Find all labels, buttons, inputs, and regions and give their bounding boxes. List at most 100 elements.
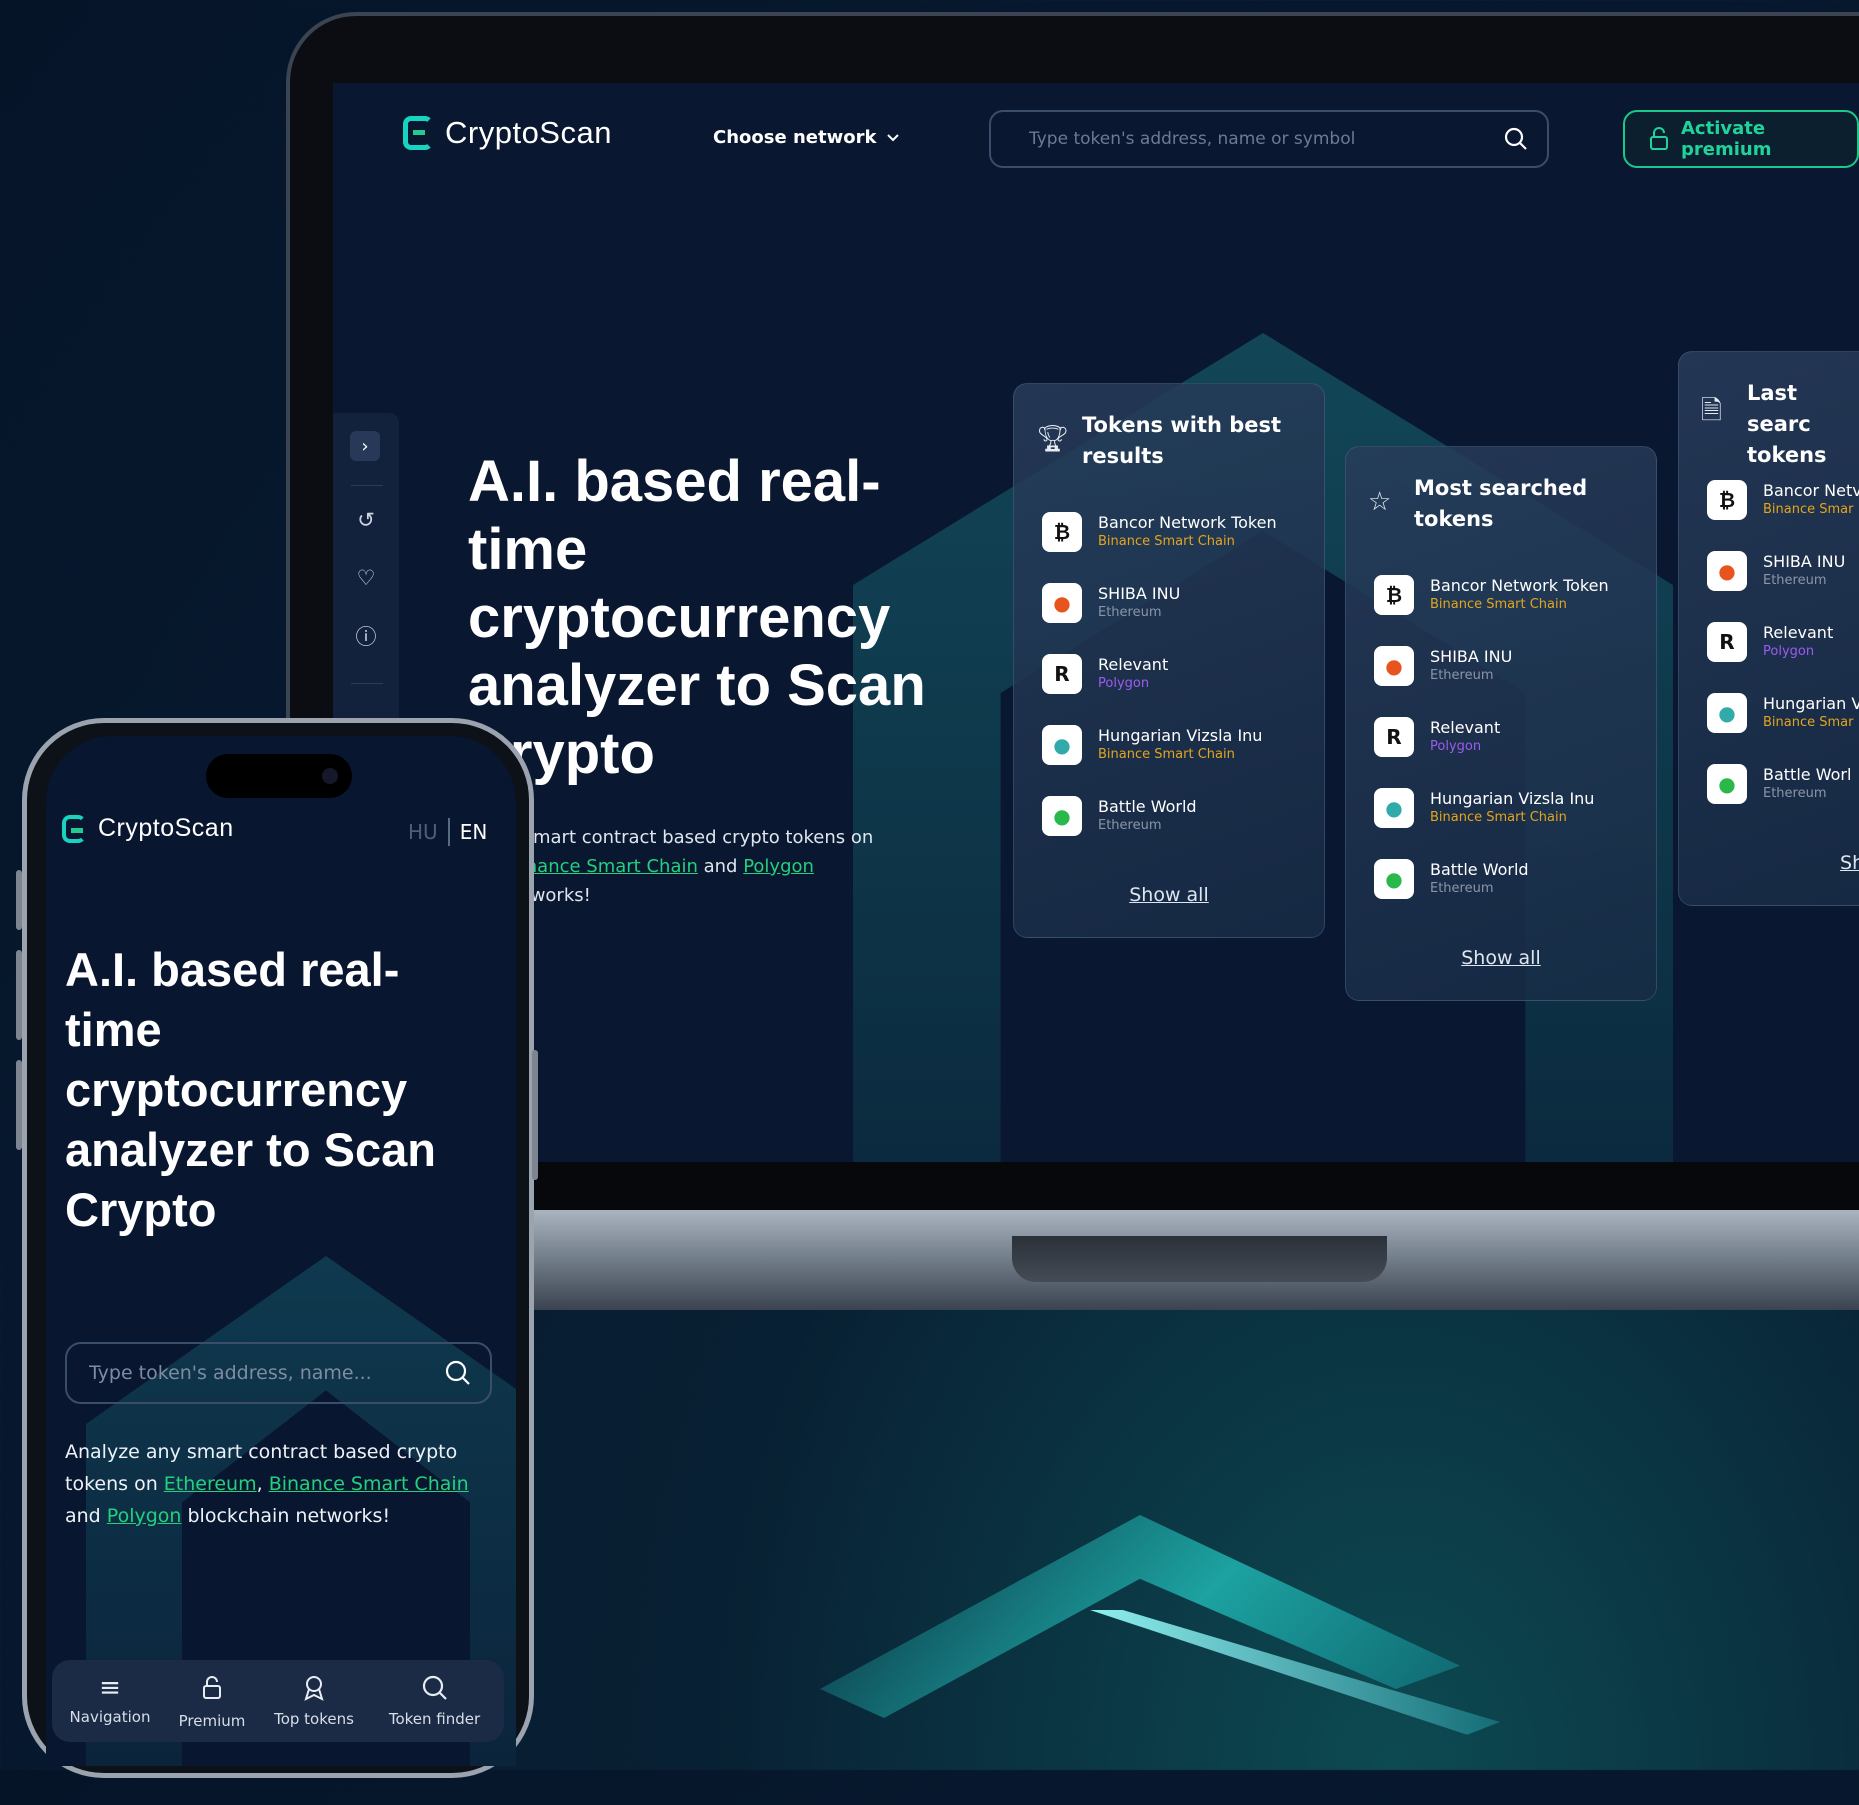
- token-item[interactable]: ● Hungarian Vizsla Inu Binance Smart Chain: [1374, 788, 1594, 828]
- help-icon[interactable]: ⓘ: [353, 623, 379, 649]
- token-name: Battle World: [1098, 797, 1197, 816]
- card-title: Tokens with best results: [1082, 413, 1282, 468]
- token-item[interactable]: ● SHIBA INU Ethereum: [1707, 551, 1845, 591]
- token-name: Battle Worl: [1763, 765, 1852, 784]
- token-item[interactable]: ₿ Bancor Network Token Binance Smart Chain: [1042, 512, 1277, 552]
- token-item[interactable]: ₿ Bancor Network Token Binance Smart Chain: [1374, 575, 1609, 615]
- chevron-down-icon: [886, 133, 900, 143]
- glowing-prism-decoration: [820, 1515, 1460, 1718]
- card-best-results: 🏆︎ Tokens with best results ₿ Bancor Netw…: [1013, 383, 1325, 938]
- token-name: SHIBA INU: [1430, 647, 1513, 666]
- token-item[interactable]: ● Hungarian Vizsla Inu Binance Smart Chain: [1042, 725, 1262, 765]
- subtitle-and: and: [65, 1505, 107, 1527]
- history-icon[interactable]: ↺: [353, 507, 379, 533]
- polygon-link[interactable]: Polygon: [743, 856, 814, 877]
- mobile-logo[interactable]: CryptoScan: [62, 814, 234, 843]
- binance-smart-chain-link[interactable]: Binance Smart Chain: [508, 856, 697, 877]
- show-all-link[interactable]: Show a: [1679, 852, 1859, 874]
- tab-navigation[interactable]: ≡ Navigation: [62, 1672, 158, 1726]
- mobile-search-bar[interactable]: [65, 1342, 492, 1404]
- desktop-logo[interactable]: CryptoScan: [403, 115, 612, 151]
- activate-premium-button[interactable]: Activate premium: [1623, 110, 1859, 168]
- tab-token-finder[interactable]: Token finder: [377, 1672, 492, 1728]
- token-name: Bancor Netv: [1763, 481, 1859, 500]
- show-all-link[interactable]: Show all: [1346, 947, 1656, 969]
- phone-side-button: [16, 950, 22, 1040]
- tab-premium[interactable]: Premium: [172, 1672, 252, 1730]
- bancor-icon: ₿: [1042, 512, 1082, 552]
- star-icon: ☆: [1368, 487, 1392, 517]
- subtitle-and: and: [697, 856, 744, 877]
- language-hu[interactable]: HU: [408, 820, 438, 844]
- token-item[interactable]: R Relevant Polygon: [1374, 717, 1500, 757]
- search-icon[interactable]: [444, 1359, 472, 1387]
- token-network: Ethereum: [1763, 573, 1827, 588]
- token-network: Ethereum: [1098, 818, 1162, 833]
- language-en[interactable]: EN: [460, 820, 488, 844]
- mobile-search-input[interactable]: [87, 1361, 444, 1385]
- mobile-screen: [46, 736, 516, 1766]
- token-network: Binance Smar: [1763, 502, 1854, 517]
- token-network: Binance Smart Chain: [1098, 747, 1235, 762]
- shiba-inu-icon: ●: [1707, 551, 1747, 591]
- search-icon[interactable]: [1503, 126, 1529, 152]
- token-network: Ethereum: [1098, 605, 1162, 620]
- battle-world-icon: ●: [1042, 796, 1082, 836]
- token-name: SHIBA INU: [1098, 584, 1181, 603]
- ethereum-link[interactable]: Ethereum: [164, 1473, 257, 1495]
- hungarian-vizsla-icon: ●: [1042, 725, 1082, 765]
- token-network: Binance Smart Chain: [1098, 534, 1235, 549]
- token-network: Binance Smart Chain: [1430, 597, 1567, 612]
- token-item[interactable]: ● SHIBA INU Ethereum: [1042, 583, 1180, 623]
- desktop-hero-subtitle: e any smart contract based crypto tokens…: [468, 823, 938, 910]
- token-network: Ethereum: [1430, 881, 1494, 896]
- token-item[interactable]: ● Battle World Ethereum: [1042, 796, 1197, 836]
- lock-icon: [1649, 127, 1669, 151]
- laptop-hinge-notch: [1012, 1236, 1387, 1282]
- mobile-hero-title: A.I. based real-time cryptocurrency anal…: [65, 943, 436, 1236]
- token-name: Hungarian Vizsla Inu: [1430, 789, 1595, 808]
- battle-world-icon: ●: [1707, 764, 1747, 804]
- token-name: Hungarian V: [1763, 694, 1859, 713]
- binance-smart-chain-link[interactable]: Binance Smart Chain: [269, 1473, 469, 1495]
- choose-network-dropdown[interactable]: Choose network: [713, 127, 900, 148]
- phone-side-button: [16, 1060, 22, 1150]
- relevant-icon: R: [1374, 717, 1414, 757]
- token-name: Hungarian Vizsla Inu: [1098, 726, 1263, 745]
- card-last-searched: 🗎︎ Last searc tokens ₿ Bancor Netv Binance…: [1678, 351, 1859, 906]
- language-divider: [447, 818, 450, 846]
- tab-top-tokens[interactable]: Top tokens: [264, 1672, 364, 1728]
- search-icon: [377, 1674, 492, 1706]
- tab-label: Navigation: [69, 1708, 151, 1726]
- hungarian-vizsla-icon: ●: [1374, 788, 1414, 828]
- menu-icon: ≡: [99, 1673, 121, 1703]
- brand-name: CryptoScan: [98, 814, 234, 842]
- token-network: Polygon: [1763, 644, 1815, 659]
- heart-icon[interactable]: ♡: [353, 565, 379, 591]
- token-item[interactable]: ₿ Bancor Netv Binance Smar: [1707, 480, 1859, 520]
- desktop-search-bar[interactable]: [989, 110, 1549, 168]
- phone-side-button: [16, 870, 22, 930]
- camera-icon: [322, 768, 338, 784]
- token-network: Ethereum: [1430, 668, 1494, 683]
- card-title: Last searc tokens: [1747, 381, 1827, 467]
- token-item[interactable]: R Relevant Polygon: [1707, 622, 1833, 662]
- expand-sidebar-button[interactable]: ›: [350, 431, 380, 461]
- token-item[interactable]: ● SHIBA INU Ethereum: [1374, 646, 1512, 686]
- choose-network-label: Choose network: [713, 127, 877, 148]
- token-item[interactable]: ● Battle Worl Ethereum: [1707, 764, 1851, 804]
- token-item[interactable]: R Relevant Polygon: [1042, 654, 1168, 694]
- token-network: Binance Smar: [1763, 715, 1854, 730]
- show-all-link[interactable]: Show all: [1014, 884, 1324, 906]
- language-switch: HU EN: [408, 818, 487, 846]
- polygon-link[interactable]: Polygon: [107, 1505, 182, 1527]
- battle-world-icon: ●: [1374, 859, 1414, 899]
- document-search-icon: 🗎︎: [1701, 396, 1722, 426]
- sidebar-divider: [351, 485, 383, 486]
- desktop-search-input[interactable]: [1027, 128, 1503, 150]
- token-item[interactable]: ● Hungarian V Binance Smar: [1707, 693, 1859, 733]
- card-most-searched: ☆ Most searched tokens ₿ Bancor Network T…: [1345, 446, 1657, 1001]
- shiba-inu-icon: ●: [1374, 646, 1414, 686]
- token-item[interactable]: ● Battle World Ethereum: [1374, 859, 1529, 899]
- phone-side-button: [532, 1050, 538, 1180]
